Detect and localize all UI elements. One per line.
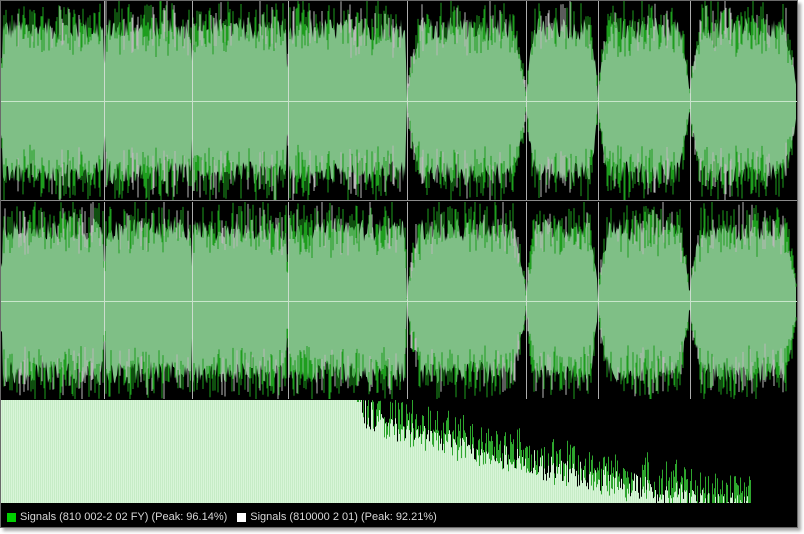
spectrum-analyzer[interactable] <box>1 400 797 503</box>
legend-label-white: Signals (810000 2 01) (Peak: 92.21%) <box>250 511 437 523</box>
legend-item-white: Signals (810000 2 01) (Peak: 92.21%) <box>237 511 437 523</box>
channel-1-plot <box>1 1 797 200</box>
legend: Signals (810 002-2 02 FY) (Peak: 96.14%)… <box>1 507 797 527</box>
channel-2-waveform[interactable] <box>1 202 797 399</box>
legend-label-green: Signals (810 002-2 02 FY) (Peak: 96.14%) <box>20 511 228 523</box>
spectrum-plot <box>1 400 751 503</box>
channel-1-waveform[interactable] <box>1 1 797 200</box>
legend-swatch-green <box>7 512 16 522</box>
channel-divider <box>1 200 797 201</box>
channel-2-plot <box>1 202 797 399</box>
waveform-viewer: Signals (810 002-2 02 FY) (Peak: 96.14%)… <box>0 0 798 528</box>
legend-swatch-white <box>237 512 247 522</box>
legend-item-green: Signals (810 002-2 02 FY) (Peak: 96.14%) <box>7 511 227 523</box>
